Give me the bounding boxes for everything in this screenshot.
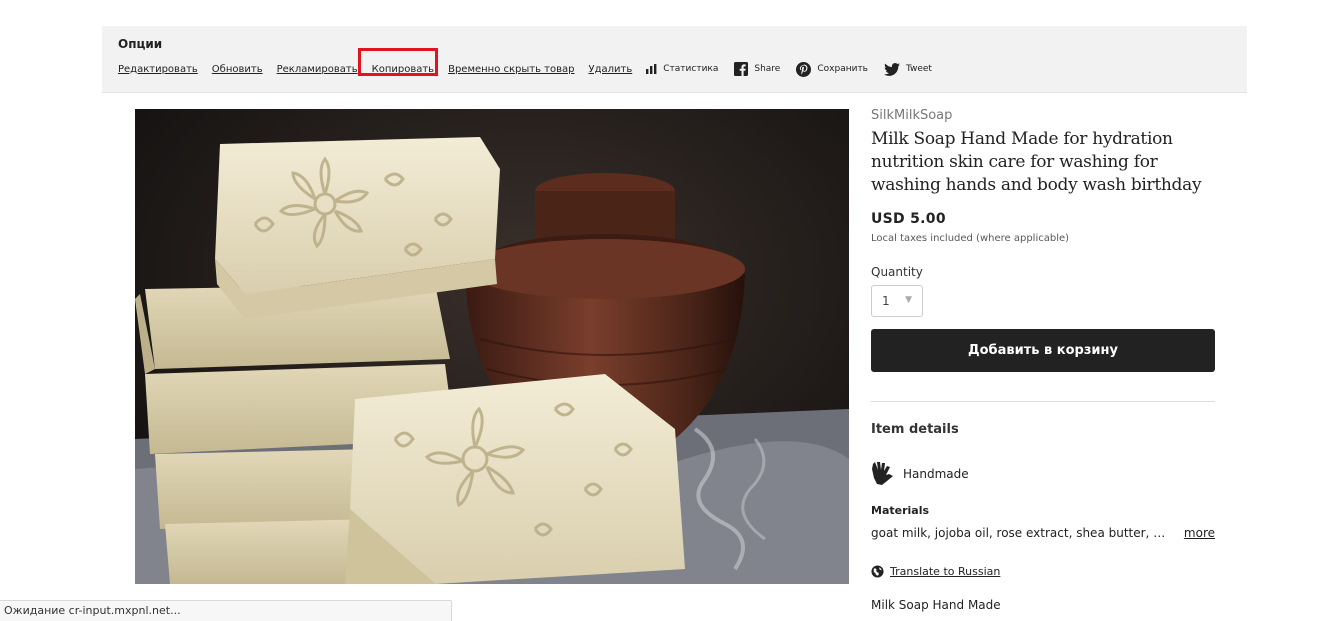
quantity-label: Quantity <box>871 265 923 279</box>
stats-label: Статистика <box>663 64 719 74</box>
materials-text: goat milk, jojoba oil, rose extract, she… <box>871 526 1171 540</box>
tax-note: Local taxes included (where applicable) <box>871 233 1070 244</box>
hand-icon <box>872 462 893 485</box>
quantity-value: 1 <box>882 294 890 308</box>
product-info-panel: SilkMilkSoap Milk Soap Hand Made for hyd… <box>871 108 1215 612</box>
advertise-link[interactable]: Рекламировать <box>277 64 358 75</box>
pinterest-icon <box>796 61 812 77</box>
materials-label: Materials <box>871 504 930 517</box>
stats-link[interactable]: Статистика <box>646 64 718 74</box>
product-price: USD 5.00 <box>871 211 946 227</box>
delete-link[interactable]: Удалить <box>589 64 633 75</box>
add-to-cart-button[interactable]: Добавить в корзину <box>871 329 1215 372</box>
share-label: Share <box>754 64 781 74</box>
materials-more-link[interactable]: more <box>1184 526 1215 540</box>
handmade-label: Handmade <box>903 466 969 481</box>
shop-name-link[interactable]: SilkMilkSoap <box>871 108 1215 123</box>
description-preview: Milk Soap Hand Made <box>871 598 1001 612</box>
soap-photo <box>135 109 849 584</box>
divider <box>871 401 1215 402</box>
bar-chart-icon <box>646 64 657 74</box>
translate-row[interactable]: Translate to Russian <box>871 565 1215 578</box>
status-text: Ожидание cr-input.mxpnl.net... <box>4 604 181 617</box>
copy-link[interactable]: Копировать <box>357 47 438 76</box>
highlight-box <box>357 47 438 76</box>
product-image[interactable] <box>135 109 849 584</box>
materials-row: goat milk, jojoba oil, rose extract, she… <box>871 526 1215 540</box>
browser-status-bar: Ожидание cr-input.mxpnl.net... <box>0 600 452 621</box>
pinterest-save-label: Сохранить <box>817 64 868 74</box>
options-bar: Опции Редактировать Обновить Рекламирова… <box>102 26 1247 93</box>
renew-link[interactable]: Обновить <box>212 64 263 75</box>
chevron-down-icon: ▼ <box>905 295 912 305</box>
quantity-select[interactable]: 1 ▼ <box>871 285 923 317</box>
facebook-icon <box>734 62 749 76</box>
translate-link[interactable]: Translate to Russian <box>890 565 1000 578</box>
pinterest-save-button[interactable]: Сохранить <box>796 61 868 77</box>
share-button[interactable]: Share <box>734 62 780 76</box>
options-links: Редактировать Обновить Рекламировать Коп… <box>118 47 948 77</box>
handmade-row: Handmade <box>871 461 1215 486</box>
twitter-icon <box>883 62 900 76</box>
hide-item-link[interactable]: Временно скрыть товар <box>448 64 574 75</box>
options-title: Опции <box>118 37 163 51</box>
tweet-label: Tweet <box>905 64 932 74</box>
item-details-heading: Item details <box>871 422 959 437</box>
globe-icon <box>871 565 884 578</box>
tweet-button[interactable]: Tweet <box>883 62 932 76</box>
edit-link[interactable]: Редактировать <box>118 64 198 75</box>
product-title: Milk Soap Hand Made for hydration nutrit… <box>871 129 1202 195</box>
